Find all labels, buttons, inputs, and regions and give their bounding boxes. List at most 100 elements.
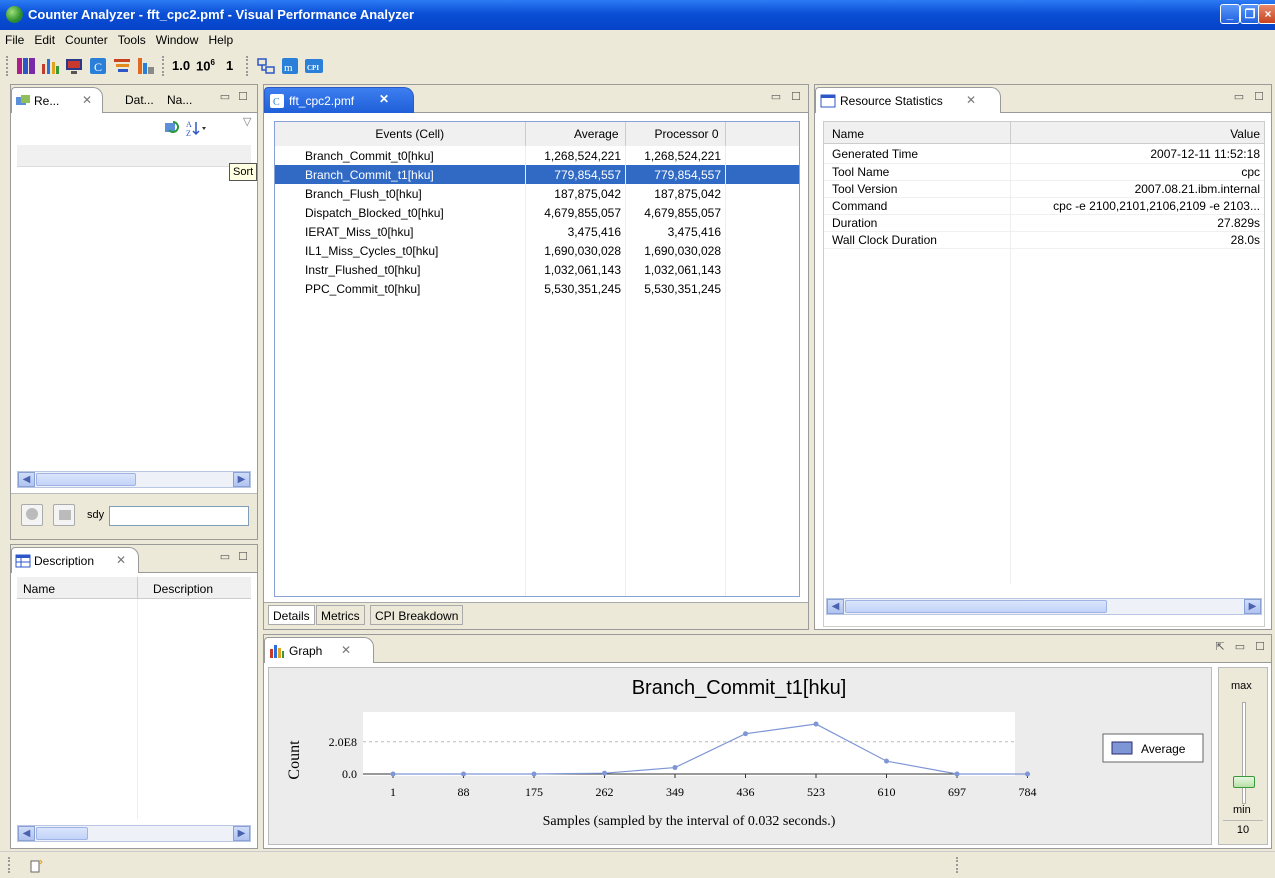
toolbar: C 1.0 106 1 m CPI bbox=[0, 50, 1275, 82]
step-input[interactable] bbox=[109, 506, 249, 526]
minimize-icon[interactable]: ▭ bbox=[1234, 642, 1246, 654]
maximize-icon[interactable]: ☐ bbox=[790, 92, 802, 104]
heatmap-icon[interactable] bbox=[16, 56, 36, 76]
tab-description[interactable]: Description ✕ bbox=[11, 547, 139, 573]
close-button[interactable]: × bbox=[1258, 4, 1275, 24]
app-icon bbox=[6, 6, 23, 23]
scroll-right-icon[interactable]: ▶ bbox=[233, 826, 250, 841]
layout-icon[interactable] bbox=[256, 56, 276, 76]
table-row[interactable]: IL1_Miss_Cycles_t0[hku] 1,690,030,028 1,69… bbox=[275, 241, 799, 260]
tab-resource-statistics[interactable]: Resource Statistics ✕ bbox=[815, 87, 1001, 113]
table-row[interactable]: Tool Name cpc bbox=[824, 163, 1264, 181]
table-row[interactable]: Wall Clock Duration 28.0s bbox=[824, 231, 1264, 249]
bar-chart-icon[interactable] bbox=[40, 56, 60, 76]
menu-tools[interactable]: Tools bbox=[113, 30, 151, 47]
col-name-header[interactable]: Name bbox=[23, 582, 55, 596]
menu-counter[interactable]: Counter bbox=[60, 30, 113, 47]
minimize-icon[interactable]: ▭ bbox=[219, 552, 231, 564]
table-row[interactable]: Branch_Commit_t0[hku] 1,268,524,221 1,268,… bbox=[275, 146, 799, 165]
menu-help[interactable]: Help bbox=[203, 30, 238, 47]
scroll-left-icon[interactable]: ◀ bbox=[827, 599, 844, 614]
toolbar-grip[interactable] bbox=[246, 56, 249, 76]
tab-graph[interactable]: Graph ✕ bbox=[264, 637, 374, 663]
menu-window[interactable]: Window bbox=[151, 30, 204, 47]
maximize-icon[interactable]: ☐ bbox=[1254, 642, 1266, 654]
col-events-header[interactable]: Events (Cell) bbox=[275, 122, 526, 146]
average-cell: 187,875,042 bbox=[554, 186, 621, 201]
scroll-thumb[interactable] bbox=[845, 600, 1107, 613]
cpi-icon[interactable]: CPI bbox=[304, 56, 324, 76]
refresh-icon[interactable] bbox=[163, 119, 181, 137]
toolbar-grip[interactable] bbox=[6, 56, 9, 76]
scroll-thumb[interactable] bbox=[36, 827, 88, 840]
close-icon[interactable]: ✕ bbox=[82, 93, 92, 107]
restore-button[interactable]: ❐ bbox=[1240, 4, 1260, 24]
minimize-icon[interactable]: ▭ bbox=[770, 92, 782, 104]
export-icon[interactable]: ⇱ bbox=[1214, 642, 1226, 654]
svg-text:A: A bbox=[186, 120, 192, 129]
close-icon[interactable]: ✕ bbox=[379, 92, 389, 106]
scroll-right-icon[interactable]: ▶ bbox=[233, 472, 250, 487]
counter-icon[interactable]: C bbox=[88, 56, 108, 76]
scroll-right-icon[interactable]: ▶ bbox=[1244, 599, 1261, 614]
table-row[interactable]: Tool Version 2007.08.21.ibm.internal bbox=[824, 180, 1264, 198]
tab-resources[interactable]: Re... ✕ bbox=[11, 87, 103, 113]
minimize-icon[interactable]: ▭ bbox=[219, 92, 231, 104]
scroll-thumb[interactable] bbox=[36, 473, 136, 486]
metrics-icon[interactable]: m bbox=[280, 56, 300, 76]
close-icon[interactable]: ✕ bbox=[116, 553, 126, 567]
table-row[interactable]: PPC_Commit_t0[hku] 5,530,351,245 5,530,351… bbox=[275, 279, 799, 298]
step-button[interactable] bbox=[53, 504, 75, 526]
table-row[interactable]: Command cpc -e 2100,2101,2106,2109 -e 210… bbox=[824, 197, 1264, 215]
tab-data[interactable]: Dat... bbox=[119, 87, 160, 113]
minimize-button[interactable]: _ bbox=[1220, 4, 1240, 24]
view-menu-icon[interactable]: ▽ bbox=[243, 115, 251, 128]
scale-1-button[interactable]: 1.0 bbox=[172, 58, 190, 73]
col-processor-header[interactable]: Processor 0 bbox=[625, 122, 726, 146]
table-row[interactable]: Branch_Commit_t1[hku] 779,854,557 779,854,… bbox=[275, 165, 799, 184]
tab-fft-cpc2[interactable]: C fft_cpc2.pmf ✕ bbox=[264, 87, 414, 113]
maximize-icon[interactable]: ☐ bbox=[237, 92, 249, 104]
processor-cell: 3,475,416 bbox=[667, 224, 721, 239]
profile-icon[interactable] bbox=[136, 56, 156, 76]
menu-file[interactable]: File bbox=[0, 30, 29, 47]
resource-hscroll[interactable]: ◀ ▶ bbox=[826, 598, 1262, 615]
tab-details[interactable]: Details bbox=[268, 605, 315, 625]
table-row[interactable]: Branch_Flush_t0[hku] 187,875,042 187,875,0… bbox=[275, 184, 799, 203]
table-row[interactable]: Instr_Flushed_t0[hku] 1,032,061,143 1,032,… bbox=[275, 260, 799, 279]
play-button[interactable] bbox=[21, 504, 43, 526]
monitor-icon[interactable] bbox=[64, 56, 84, 76]
tree-hscroll[interactable]: ◀ ▶ bbox=[17, 471, 251, 488]
scroll-left-icon[interactable]: ◀ bbox=[18, 472, 35, 487]
col-average-header[interactable]: Average bbox=[525, 122, 626, 146]
hotspot-icon[interactable] bbox=[112, 56, 132, 76]
description-hscroll[interactable]: ◀ ▶ bbox=[17, 825, 251, 842]
tab-metrics[interactable]: Metrics bbox=[316, 605, 365, 625]
event-name-cell: Branch_Commit_t0[hku] bbox=[305, 148, 434, 163]
col-description-header[interactable]: Description bbox=[153, 582, 213, 596]
table-row[interactable]: IERAT_Miss_t0[hku] 3,475,416 3,475,416 bbox=[275, 222, 799, 241]
slider-value[interactable]: 10 bbox=[1223, 820, 1263, 840]
menu-edit[interactable]: Edit bbox=[29, 30, 60, 47]
tab-cpi-breakdown[interactable]: CPI Breakdown bbox=[370, 605, 464, 625]
maximize-icon[interactable]: ☐ bbox=[237, 552, 249, 564]
slider-track[interactable] bbox=[1242, 702, 1246, 804]
close-icon[interactable]: ✕ bbox=[966, 93, 976, 107]
maximize-icon[interactable]: ☐ bbox=[1253, 92, 1265, 104]
close-icon[interactable]: ✕ bbox=[341, 643, 351, 657]
table-row[interactable]: Dispatch_Blocked_t0[hku] 4,679,855,057 4,6… bbox=[275, 203, 799, 222]
tab-navigator[interactable]: Na... bbox=[161, 87, 198, 113]
col-name-header[interactable]: Name bbox=[832, 127, 864, 141]
scale-unit-button[interactable]: 1 bbox=[226, 58, 233, 73]
sort-icon[interactable]: AZ bbox=[185, 119, 207, 137]
table-row[interactable]: Duration 27.829s bbox=[824, 214, 1264, 232]
toolbar-grip[interactable] bbox=[162, 56, 165, 76]
scale-exp-button[interactable]: 106 bbox=[196, 58, 215, 73]
table-row[interactable]: Generated Time 2007-12-11 11:52:18 bbox=[824, 146, 1264, 164]
col-value-header[interactable]: Value bbox=[1230, 127, 1260, 141]
fast-view-icon[interactable] bbox=[28, 858, 44, 874]
slider-thumb[interactable] bbox=[1233, 776, 1255, 788]
scroll-left-icon[interactable]: ◀ bbox=[18, 826, 35, 841]
legend[interactable]: Average bbox=[1102, 733, 1204, 763]
minimize-icon[interactable]: ▭ bbox=[1233, 92, 1245, 104]
